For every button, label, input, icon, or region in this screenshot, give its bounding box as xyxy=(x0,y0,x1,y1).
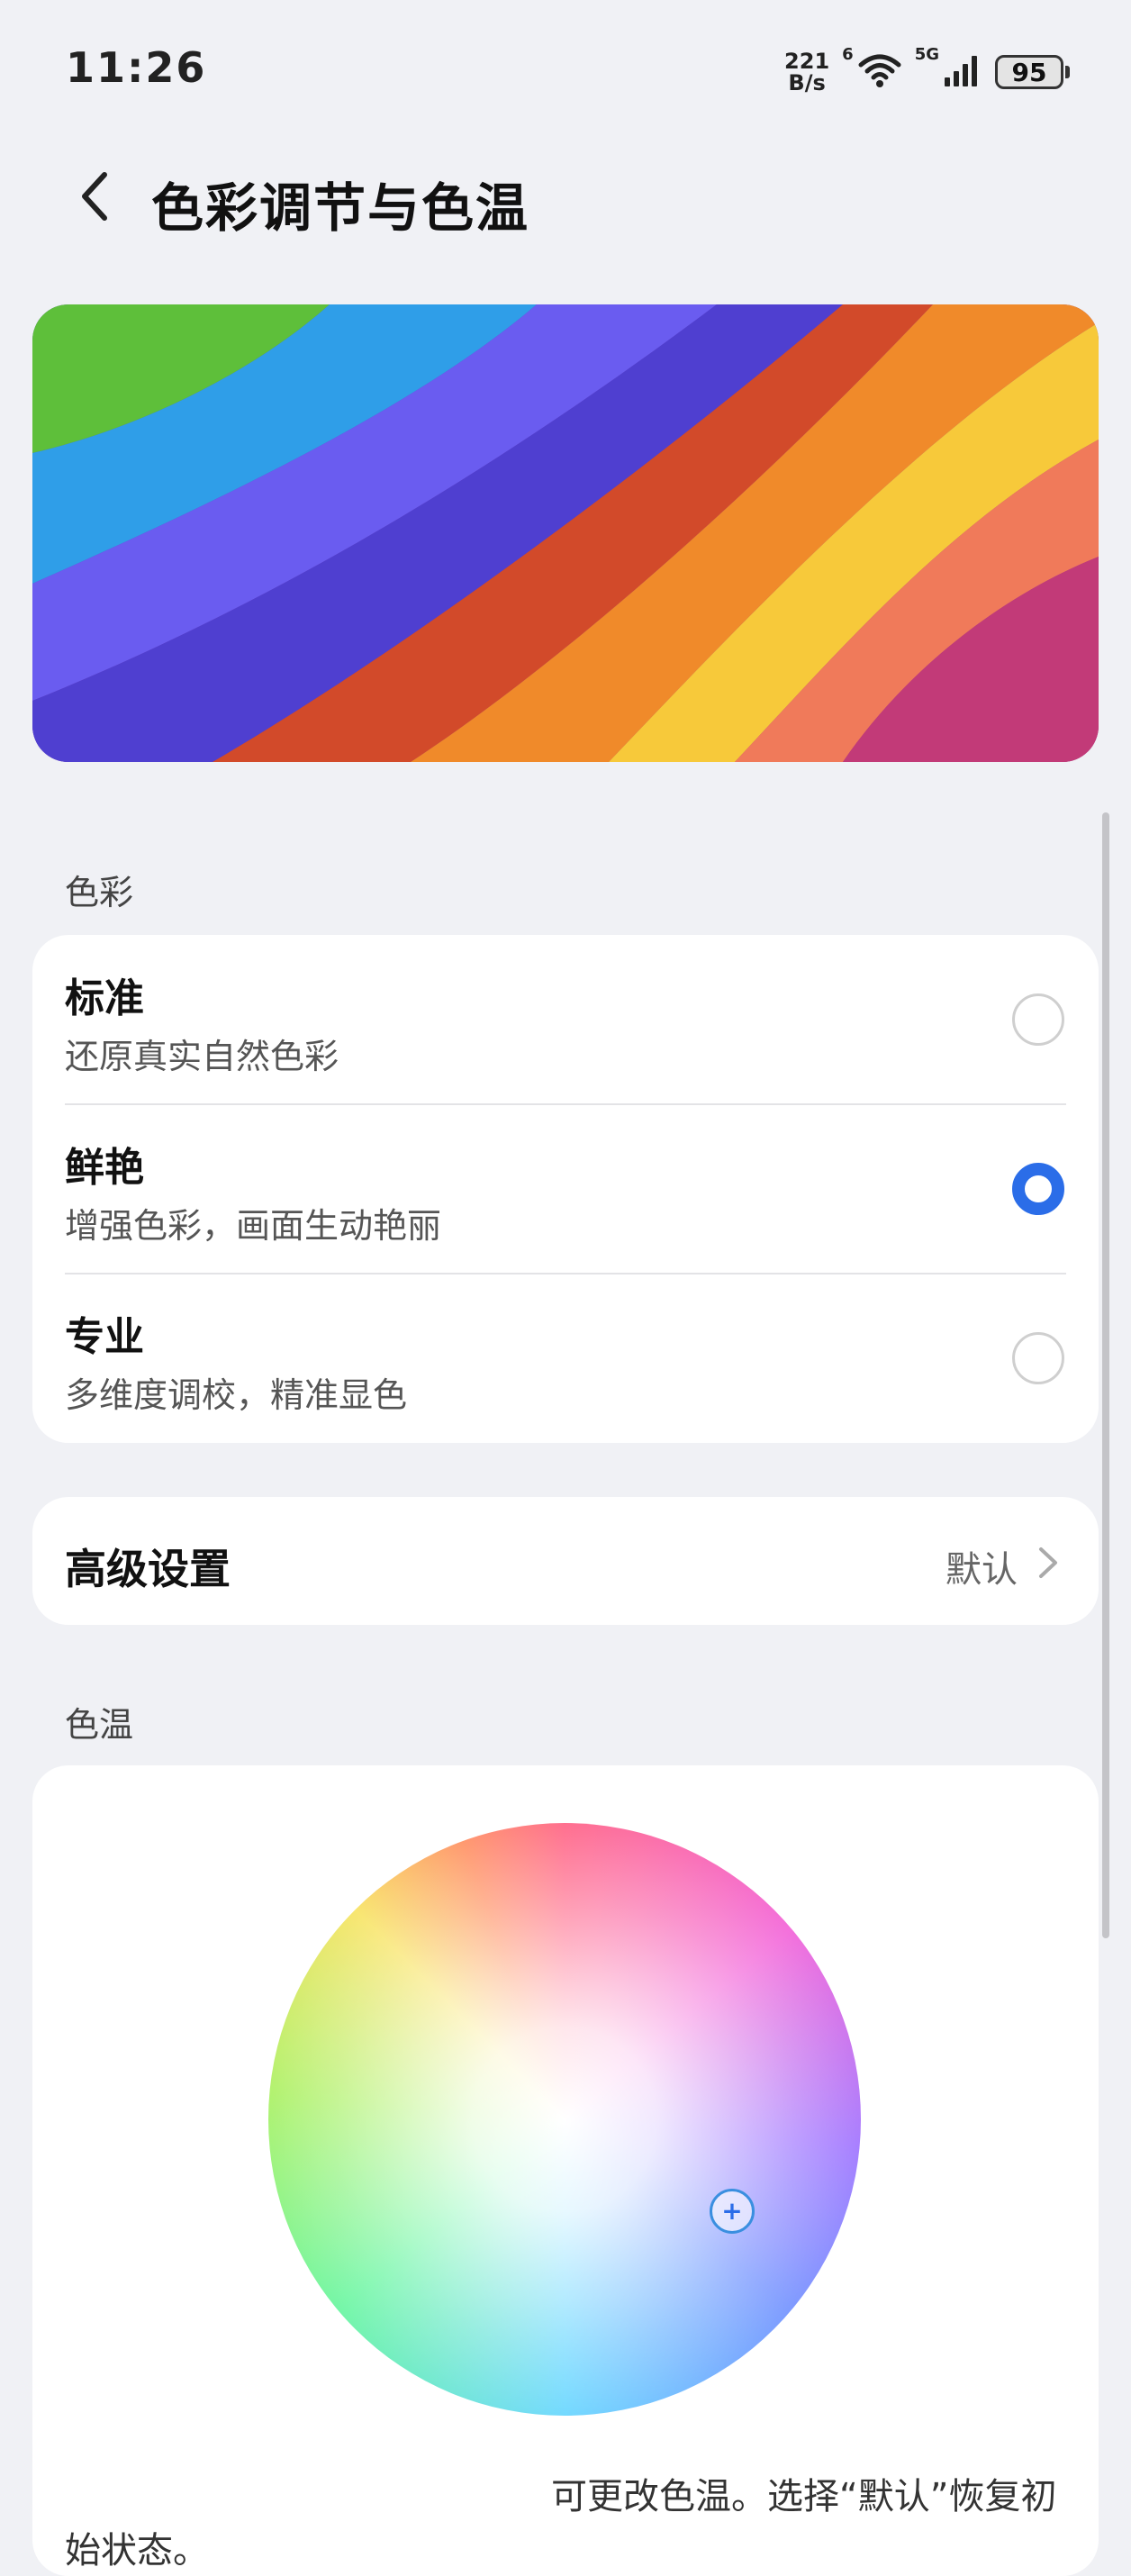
color-wheel[interactable] xyxy=(268,1823,861,2416)
color-option-vivid[interactable]: 鲜艳 增强色彩，画面生动艳丽 xyxy=(32,1104,1099,1274)
color-mode-card: 标准 还原真实自然色彩 鲜艳 增强色彩，画面生动艳丽 专业 多维度调校，精准显色 xyxy=(32,935,1099,1443)
network-speed-value: 221 xyxy=(784,49,830,74)
wheel-handle[interactable]: + xyxy=(710,2189,755,2234)
advanced-settings-value: 默认 xyxy=(946,1549,1018,1591)
page-title: 色彩调节与色温 xyxy=(151,177,530,239)
color-section-label: 色彩 xyxy=(65,873,134,912)
advanced-settings-title: 高级设置 xyxy=(65,1545,231,1593)
radio-button[interactable] xyxy=(1012,1332,1064,1384)
option-subtitle: 增强色彩，画面生动艳丽 xyxy=(65,1206,442,1246)
battery-level: 95 xyxy=(995,55,1063,89)
wifi-label: 6 xyxy=(842,45,854,64)
header: 色彩调节与色温 xyxy=(0,153,1131,243)
cellular-label: 5G xyxy=(914,45,939,64)
back-arrow-icon xyxy=(82,172,107,221)
battery-icon: 95 xyxy=(995,55,1070,89)
scrollbar[interactable] xyxy=(1102,812,1109,1938)
option-title: 标准 xyxy=(65,975,144,1021)
network-speed-unit: B/s xyxy=(788,70,826,95)
banner-image xyxy=(32,304,1099,762)
color-option-professional[interactable]: 专业 多维度调校，精准显色 xyxy=(32,1274,1099,1443)
option-title: 专业 xyxy=(65,1314,144,1360)
color-temperature-card: + 可更改色温。选择“默认”恢复初始状态。 xyxy=(32,1765,1099,2576)
back-button[interactable] xyxy=(68,169,122,223)
status-icons: 221 B/s 6 5G 95 xyxy=(784,45,1070,99)
radio-button-selected[interactable] xyxy=(1012,1163,1064,1215)
wifi-icon xyxy=(857,52,902,92)
option-title: 鲜艳 xyxy=(65,1145,144,1191)
advanced-settings-row[interactable]: 高级设置 默认 xyxy=(32,1497,1099,1625)
temperature-description: 可更改色温。选择“默认”恢复初始状态。 xyxy=(65,2476,1057,2571)
temperature-section-label: 色温 xyxy=(65,1705,134,1745)
network-speed: 221 B/s xyxy=(784,50,829,94)
color-option-standard[interactable]: 标准 还原真实自然色彩 xyxy=(32,935,1099,1104)
status-time: 11:26 xyxy=(66,43,207,92)
option-subtitle: 多维度调校，精准显色 xyxy=(65,1375,408,1415)
radio-button[interactable] xyxy=(1012,993,1064,1046)
status-bar: 11:26 221 B/s 6 5G 95 xyxy=(0,0,1131,144)
option-subtitle: 还原真实自然色彩 xyxy=(65,1037,339,1076)
chevron-right-icon xyxy=(1039,1547,1057,1578)
signal-icon xyxy=(943,52,982,92)
